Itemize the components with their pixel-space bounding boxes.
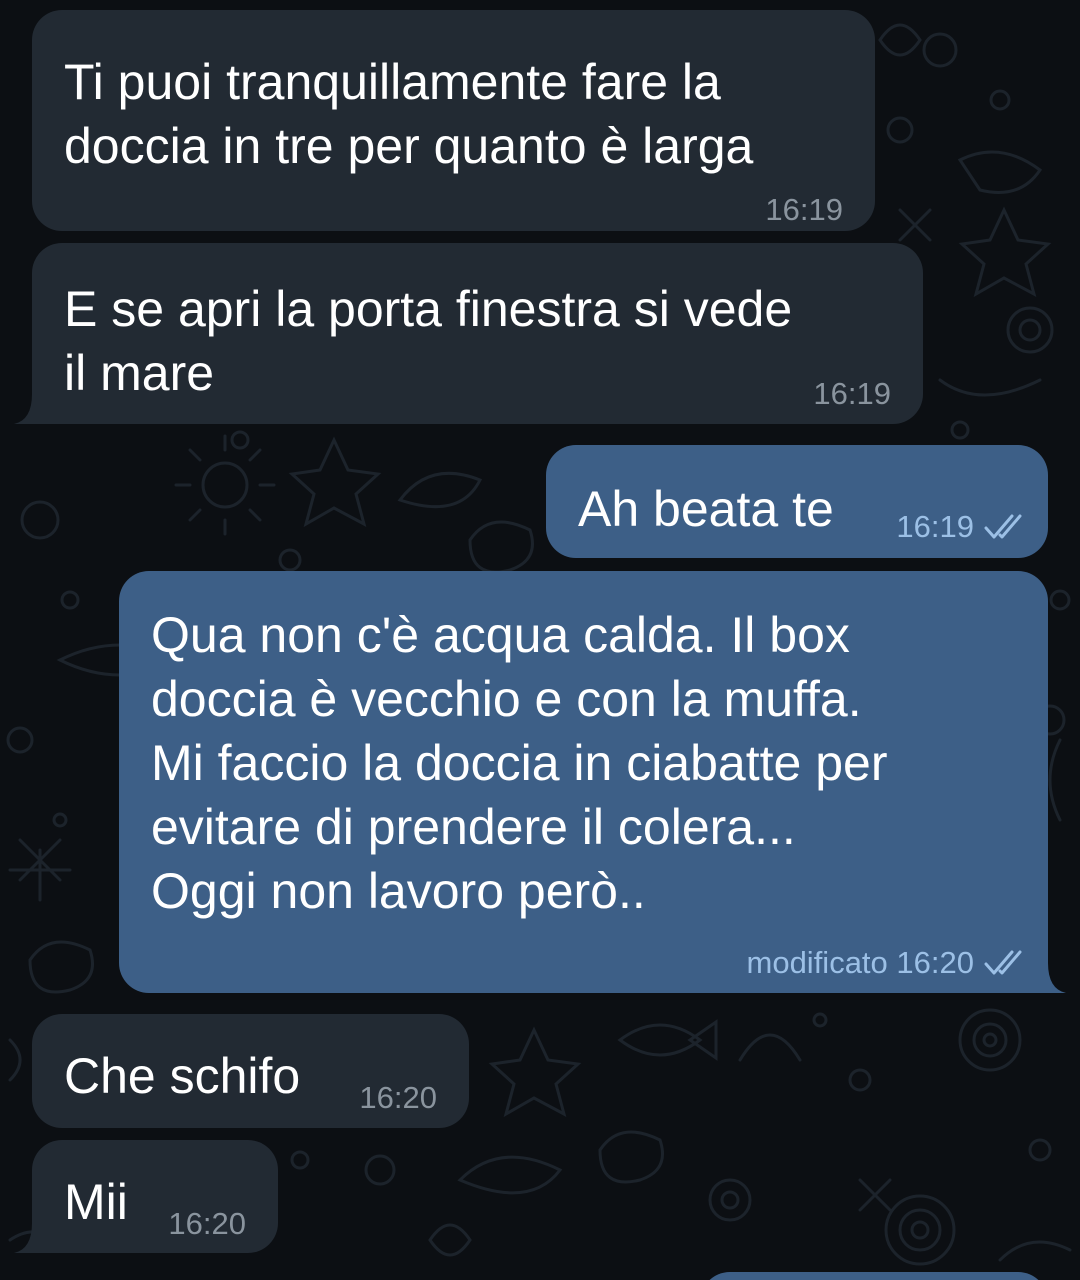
message-bubble-incoming[interactable]: Che schifo 16:20	[32, 1014, 469, 1128]
message-text: Mii	[64, 1174, 128, 1230]
message-time: 16:20	[896, 945, 974, 980]
edited-label: modificato	[746, 945, 888, 980]
message-bubble-outgoing-partial[interactable]	[700, 1272, 1048, 1280]
message-meta: modificato 16:20	[747, 945, 1029, 981]
double-check-icon	[984, 514, 1022, 539]
message-bubble-incoming[interactable]: Mii 16:20	[32, 1140, 278, 1253]
message-time: 16:20	[359, 1080, 437, 1115]
message-time: 16:19	[896, 509, 974, 544]
message-text: Che schifo	[64, 1048, 301, 1104]
message-bubble-outgoing[interactable]: Qua non c'è acqua calda. Il box doccia è…	[119, 571, 1048, 993]
bubble-tail	[1042, 963, 1066, 993]
message-text: Ah beata te	[578, 481, 834, 537]
message-bubble-incoming[interactable]: E se apri la porta finestra si vede il m…	[32, 243, 923, 424]
message-meta: 16:19	[896, 509, 1028, 545]
message-text: Qua non c'è acqua calda. Il box doccia è…	[151, 607, 888, 919]
message-time: 16:20	[168, 1206, 246, 1241]
chat-view[interactable]: Ti puoi tranquillamente fare la doccia i…	[0, 0, 1080, 1280]
double-check-icon	[984, 950, 1022, 975]
message-bubble-incoming[interactable]: Ti puoi tranquillamente fare la doccia i…	[32, 10, 875, 231]
message-bubble-outgoing[interactable]: Ah beata te 16:19	[546, 445, 1048, 558]
bubble-tail	[14, 394, 38, 424]
bubble-tail	[14, 1223, 38, 1253]
message-text: Ti puoi tranquillamente fare la doccia i…	[64, 54, 754, 174]
message-text: E se apri la porta finestra si vede il m…	[64, 281, 793, 401]
message-time: 16:19	[813, 376, 891, 411]
message-time: 16:19	[765, 192, 843, 227]
